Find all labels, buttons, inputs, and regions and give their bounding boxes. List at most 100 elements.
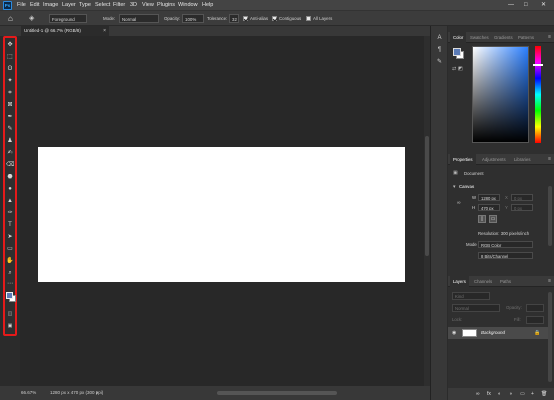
layer-row-background[interactable]: ◉ Background 🔒 [448,327,548,339]
properties-panel-menu-icon[interactable]: ≡ [548,154,551,165]
layer-style-icon[interactable]: fx [487,388,491,400]
clone-stamp-tool-icon[interactable]: ♟ [6,137,14,145]
crop-tool-icon[interactable]: ⌗ [6,89,14,97]
tab-patterns[interactable]: Patterns [518,32,534,43]
tolerance-input[interactable]: 32 [229,14,239,23]
tab-paths[interactable]: Paths [500,276,511,287]
width-input[interactable]: 1280 px [478,194,500,201]
menu-window[interactable]: Window [178,0,198,11]
adjustment-layer-icon[interactable]: ◑ [509,388,512,400]
menu-select[interactable]: Select [95,0,110,11]
bit-depth-select[interactable]: 8 Bits/Channel [478,252,533,259]
layer-name[interactable]: Background [481,327,505,339]
properties-scrollbar[interactable] [548,186,552,246]
x-input[interactable]: 0 px [511,194,533,201]
magic-wand-tool-icon[interactable]: ✦ [6,77,14,85]
color-picker-field[interactable] [472,46,529,143]
color-panel-menu-icon[interactable]: ≡ [548,32,551,43]
dodge-tool-icon[interactable]: ▲ [6,197,14,205]
tab-color[interactable]: Color [450,32,467,43]
delete-layer-icon[interactable]: 🗑 [541,388,547,400]
tab-adjustments[interactable]: Adjustments [482,154,506,165]
new-group-icon[interactable]: ▭ [520,388,525,400]
zoom-tool-icon[interactable]: ⌕ [6,269,14,277]
paragraph-panel-icon[interactable]: ¶ [435,46,444,55]
eyedropper-tool-icon[interactable]: ✒ [6,113,14,121]
type-tool-icon[interactable]: T [6,221,14,229]
layer-mask-icon[interactable]: ◐ [498,388,501,400]
history-brush-tool-icon[interactable]: ✍ [6,149,14,157]
character-panel-icon[interactable]: A [435,34,444,43]
contiguous-checkbox[interactable] [272,16,277,21]
link-layers-icon[interactable]: ∞ [476,388,480,400]
brush-settings-icon[interactable]: ✎ [435,58,444,67]
rectangle-tool-icon[interactable]: ▭ [6,245,14,253]
minimize-button[interactable]: — [508,0,514,11]
default-colors-icon[interactable]: ◩ [458,66,463,72]
menu-filter[interactable]: Filter [113,0,125,11]
status-menu-arrow-icon[interactable]: › [96,386,98,400]
foreground-color-swatch[interactable] [6,292,13,299]
vertical-scrollbar-thumb[interactable] [425,136,429,256]
portrait-orientation-button[interactable]: ▯ [478,215,486,223]
menu-edit[interactable]: Edit [30,0,39,11]
menu-view[interactable]: View [142,0,154,11]
screen-mode-icon[interactable]: ▣ [6,322,14,330]
paint-bucket-tool-icon[interactable]: ⬣ [6,173,14,181]
layer-fill-input[interactable] [526,316,544,324]
tab-swatches[interactable]: Swatches [470,32,489,43]
maximize-button[interactable]: □ [524,0,528,11]
link-dimensions-icon[interactable]: ∞ [457,200,461,206]
layer-filter-select[interactable]: Kind [452,292,490,300]
move-tool-icon[interactable]: ✥ [6,41,14,49]
horizontal-scrollbar-thumb[interactable] [217,391,337,395]
hand-tool-icon[interactable]: ✋ [6,257,14,265]
opacity-input[interactable]: 100% [182,14,204,23]
layers-scrollbar[interactable] [548,292,552,382]
document-canvas[interactable] [38,147,405,282]
frame-tool-icon[interactable]: ⊠ [6,101,14,109]
anti-alias-checkbox[interactable] [243,16,248,21]
canvas-collapse-icon[interactable]: ▾ [453,184,456,190]
layer-visibility-eye-icon[interactable]: ◉ [452,327,456,339]
menu-image[interactable]: Image [43,0,58,11]
swap-colors-icon[interactable]: ⇄ [452,66,456,72]
close-window-button[interactable]: ✕ [541,0,546,11]
lasso-tool-icon[interactable]: ʘ [6,65,14,73]
eraser-tool-icon[interactable]: ⌫ [6,161,14,169]
color-mode-select[interactable]: RGB Color [478,241,533,248]
menu-type[interactable]: Type [79,0,91,11]
paint-bucket-tool-icon[interactable]: ◈ [29,11,34,26]
hue-slider-marker[interactable] [533,64,543,66]
menu-plugins[interactable]: Plugins [157,0,175,11]
layers-panel-menu-icon[interactable]: ≡ [548,276,551,287]
close-tab-icon[interactable]: × [103,26,106,36]
path-selection-tool-icon[interactable]: ➤ [6,233,14,241]
all-layers-checkbox[interactable] [306,16,311,21]
tab-properties[interactable]: Properties [450,154,476,165]
layer-blend-mode-select[interactable]: Normal [452,304,500,312]
quick-mask-icon[interactable]: ◫ [6,310,14,318]
menu-3d[interactable]: 3D [130,0,137,11]
marquee-tool-icon[interactable]: ⬚ [6,53,14,61]
height-input[interactable]: 470 px [478,204,500,211]
y-input[interactable]: 0 px [511,204,533,211]
layer-lock-icon[interactable]: 🔒 [534,327,540,339]
healing-brush-tool-icon[interactable]: ✎ [6,125,14,133]
zoom-level[interactable]: 66.67% [21,386,36,400]
tab-channels[interactable]: Channels [474,276,492,287]
tab-gradients[interactable]: Gradients [494,32,513,43]
tab-libraries[interactable]: Libraries [514,154,530,165]
layer-opacity-input[interactable] [526,304,544,312]
mode-select[interactable]: Normal [119,14,159,23]
new-layer-icon[interactable]: + [531,388,534,400]
tab-layers[interactable]: Layers [450,276,469,287]
more-tools-icon[interactable]: ⋯ [6,280,14,288]
document-tab[interactable]: Untitled-1 @ 66.7% (RGB/8) × [21,26,109,36]
menu-help[interactable]: Help [202,0,213,11]
color-panel-foreground-swatch[interactable] [453,48,461,56]
fill-source-select[interactable]: Foreground [49,14,87,23]
hue-slider[interactable] [535,46,541,143]
menu-layer[interactable]: Layer [62,0,76,11]
landscape-orientation-button[interactable]: ▭ [489,215,497,223]
